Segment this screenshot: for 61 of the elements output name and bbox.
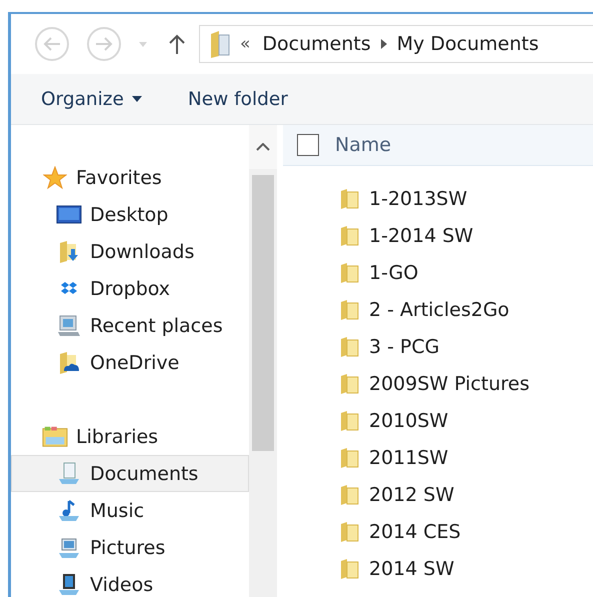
back-arrow-icon (43, 37, 61, 51)
scrollbar-thumb[interactable] (252, 175, 274, 451)
sidebar-item[interactable]: Videos (11, 566, 249, 597)
folder-icon (339, 188, 359, 210)
cloud-folder-icon (58, 350, 80, 374)
pictures-library-icon (57, 536, 81, 560)
libraries-icon (42, 424, 68, 448)
sidebar-item[interactable]: Recent places (11, 307, 249, 344)
folder-icon (339, 558, 359, 580)
sidebar-group[interactable]: Favorites (11, 159, 249, 196)
breadcrumb-item[interactable]: Documents (262, 33, 371, 55)
up-arrow-icon[interactable] (169, 34, 185, 54)
videos-library-icon (57, 572, 81, 596)
folder-icon (339, 262, 359, 284)
breadcrumb-arrow-icon[interactable] (380, 39, 387, 49)
folder-icon (339, 410, 359, 432)
sidebar-group[interactable]: Libraries (11, 418, 249, 455)
sidebar-item[interactable]: Pictures (11, 529, 249, 566)
scroll-up-button[interactable] (249, 125, 277, 169)
new-folder-button[interactable]: New folder (180, 84, 296, 114)
folder-icon (339, 224, 359, 246)
folder-icon (339, 520, 359, 542)
folder-icon (339, 298, 359, 320)
caret-icon (132, 96, 142, 102)
star-icon (43, 166, 67, 190)
sidebar-item[interactable]: OneDrive (11, 344, 249, 381)
folder-name[interactable]: 2014 CES (369, 520, 461, 542)
forward-arrow-icon (95, 37, 113, 51)
sidebar-item[interactable]: Desktop (11, 196, 249, 233)
folder-name[interactable]: 1-2013SW (369, 188, 468, 210)
folder-icon (339, 372, 359, 394)
folder-name[interactable]: 2012 SW (369, 484, 454, 506)
recent-places-icon (57, 314, 81, 338)
folder-name[interactable]: 2009SW Pictures (369, 372, 530, 394)
select-all-checkbox[interactable] (297, 134, 319, 156)
folder-name[interactable]: 1-GO (369, 262, 418, 284)
folder-name[interactable]: 2014 SW (369, 558, 454, 580)
documents-library-icon (57, 462, 81, 486)
folder-name[interactable]: 3 - PCG (369, 336, 440, 358)
folder-name[interactable]: 2010SW (369, 410, 448, 432)
sidebar-item[interactable]: Downloads (11, 233, 249, 270)
sidebar-item[interactable]: Music (11, 492, 249, 529)
folder-icon (339, 484, 359, 506)
address-bar[interactable]: « Documents My Documents (199, 25, 593, 63)
download-folder-icon (58, 240, 80, 264)
breadcrumb-item[interactable]: My Documents (396, 33, 539, 55)
folder-icon (339, 446, 359, 468)
chevron-up-icon (256, 143, 270, 151)
folder-name[interactable]: 1-2014 SW (369, 224, 474, 246)
folder-name[interactable]: 2 - Articles2Go (369, 298, 510, 320)
folder-icon (339, 336, 359, 358)
sidebar-item[interactable]: Dropbox (11, 270, 249, 307)
dropbox-icon (60, 280, 78, 296)
sidebar-item[interactable]: Documents (11, 455, 249, 492)
overflow-chevron[interactable]: « (240, 34, 250, 54)
column-header[interactable]: Name (335, 134, 392, 156)
folder-name[interactable]: 2011SW (369, 446, 448, 468)
organize-button[interactable]: Organize (33, 84, 150, 114)
music-library-icon (57, 498, 81, 522)
folder-icon (210, 30, 230, 58)
monitor-icon (56, 204, 82, 224)
